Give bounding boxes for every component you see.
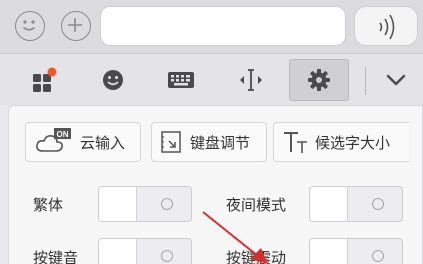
- toggle-knob: [99, 187, 137, 221]
- message-input-field[interactable]: [100, 6, 346, 46]
- cloud-input-label: 云输入: [80, 133, 126, 152]
- emoji-icon: [103, 70, 123, 90]
- notification-badge: [47, 67, 57, 77]
- key-vibration-label: 按键震动: [226, 249, 287, 264]
- settings-tool-button[interactable]: [289, 59, 349, 101]
- text-size-icon: [284, 132, 307, 153]
- emoji-button[interactable]: [15, 11, 45, 41]
- collapse-chevron-icon: [386, 74, 405, 86]
- toggle-knob: [99, 239, 137, 264]
- traditional-toggle[interactable]: [98, 186, 192, 222]
- collapse-button[interactable]: [368, 59, 423, 101]
- keyboard-adjust-button[interactable]: 键盘调节: [151, 122, 267, 162]
- input-top-bar: [0, 0, 423, 54]
- apps-button[interactable]: [13, 59, 73, 101]
- plus-icon: [68, 18, 83, 33]
- smiley-face-icon: [23, 20, 36, 31]
- traditional-label: 繁体: [33, 196, 64, 214]
- settings-panel: ON 云输入 键盘调节 候选字大小 繁体 夜间模式 按键音 按键震动: [8, 105, 423, 264]
- keyboard-tool-button[interactable]: [151, 59, 211, 101]
- key-vibration-toggle[interactable]: [309, 238, 403, 264]
- keyboard-toolbar: [0, 55, 423, 105]
- candidate-size-label: 候选字大小: [315, 133, 391, 152]
- cursor-move-icon: [240, 69, 262, 91]
- night-mode-toggle[interactable]: [309, 186, 403, 222]
- settings-gear-icon: [308, 69, 330, 91]
- keyboard-icon: [168, 72, 194, 88]
- keyboard-adjust-label: 键盘调节: [190, 133, 251, 152]
- toggle-off-indicator: [372, 250, 384, 262]
- keyboard-resize-icon: [161, 131, 181, 153]
- key-sound-toggle[interactable]: [98, 238, 192, 264]
- cloud-input-button[interactable]: ON 云输入: [25, 122, 141, 162]
- toggle-knob: [310, 239, 348, 264]
- toggle-off-indicator: [372, 198, 384, 210]
- cloud-icon: ON: [36, 128, 71, 152]
- cursor-tool-button[interactable]: [221, 59, 281, 101]
- toolbar-divider: [365, 67, 366, 95]
- voice-icon: [379, 14, 395, 40]
- cloud-on-badge: ON: [57, 130, 69, 139]
- toggle-off-indicator: [161, 250, 173, 262]
- add-button[interactable]: [61, 11, 91, 41]
- key-sound-label: 按键音: [33, 249, 79, 264]
- voice-button[interactable]: [354, 6, 418, 46]
- night-mode-label: 夜间模式: [226, 196, 287, 214]
- apps-grid-icon: [33, 67, 57, 92]
- toggle-off-indicator: [161, 198, 173, 210]
- toggle-knob: [310, 187, 348, 221]
- candidate-size-button[interactable]: 候选字大小: [273, 122, 409, 162]
- emoji-tool-button[interactable]: [83, 59, 143, 101]
